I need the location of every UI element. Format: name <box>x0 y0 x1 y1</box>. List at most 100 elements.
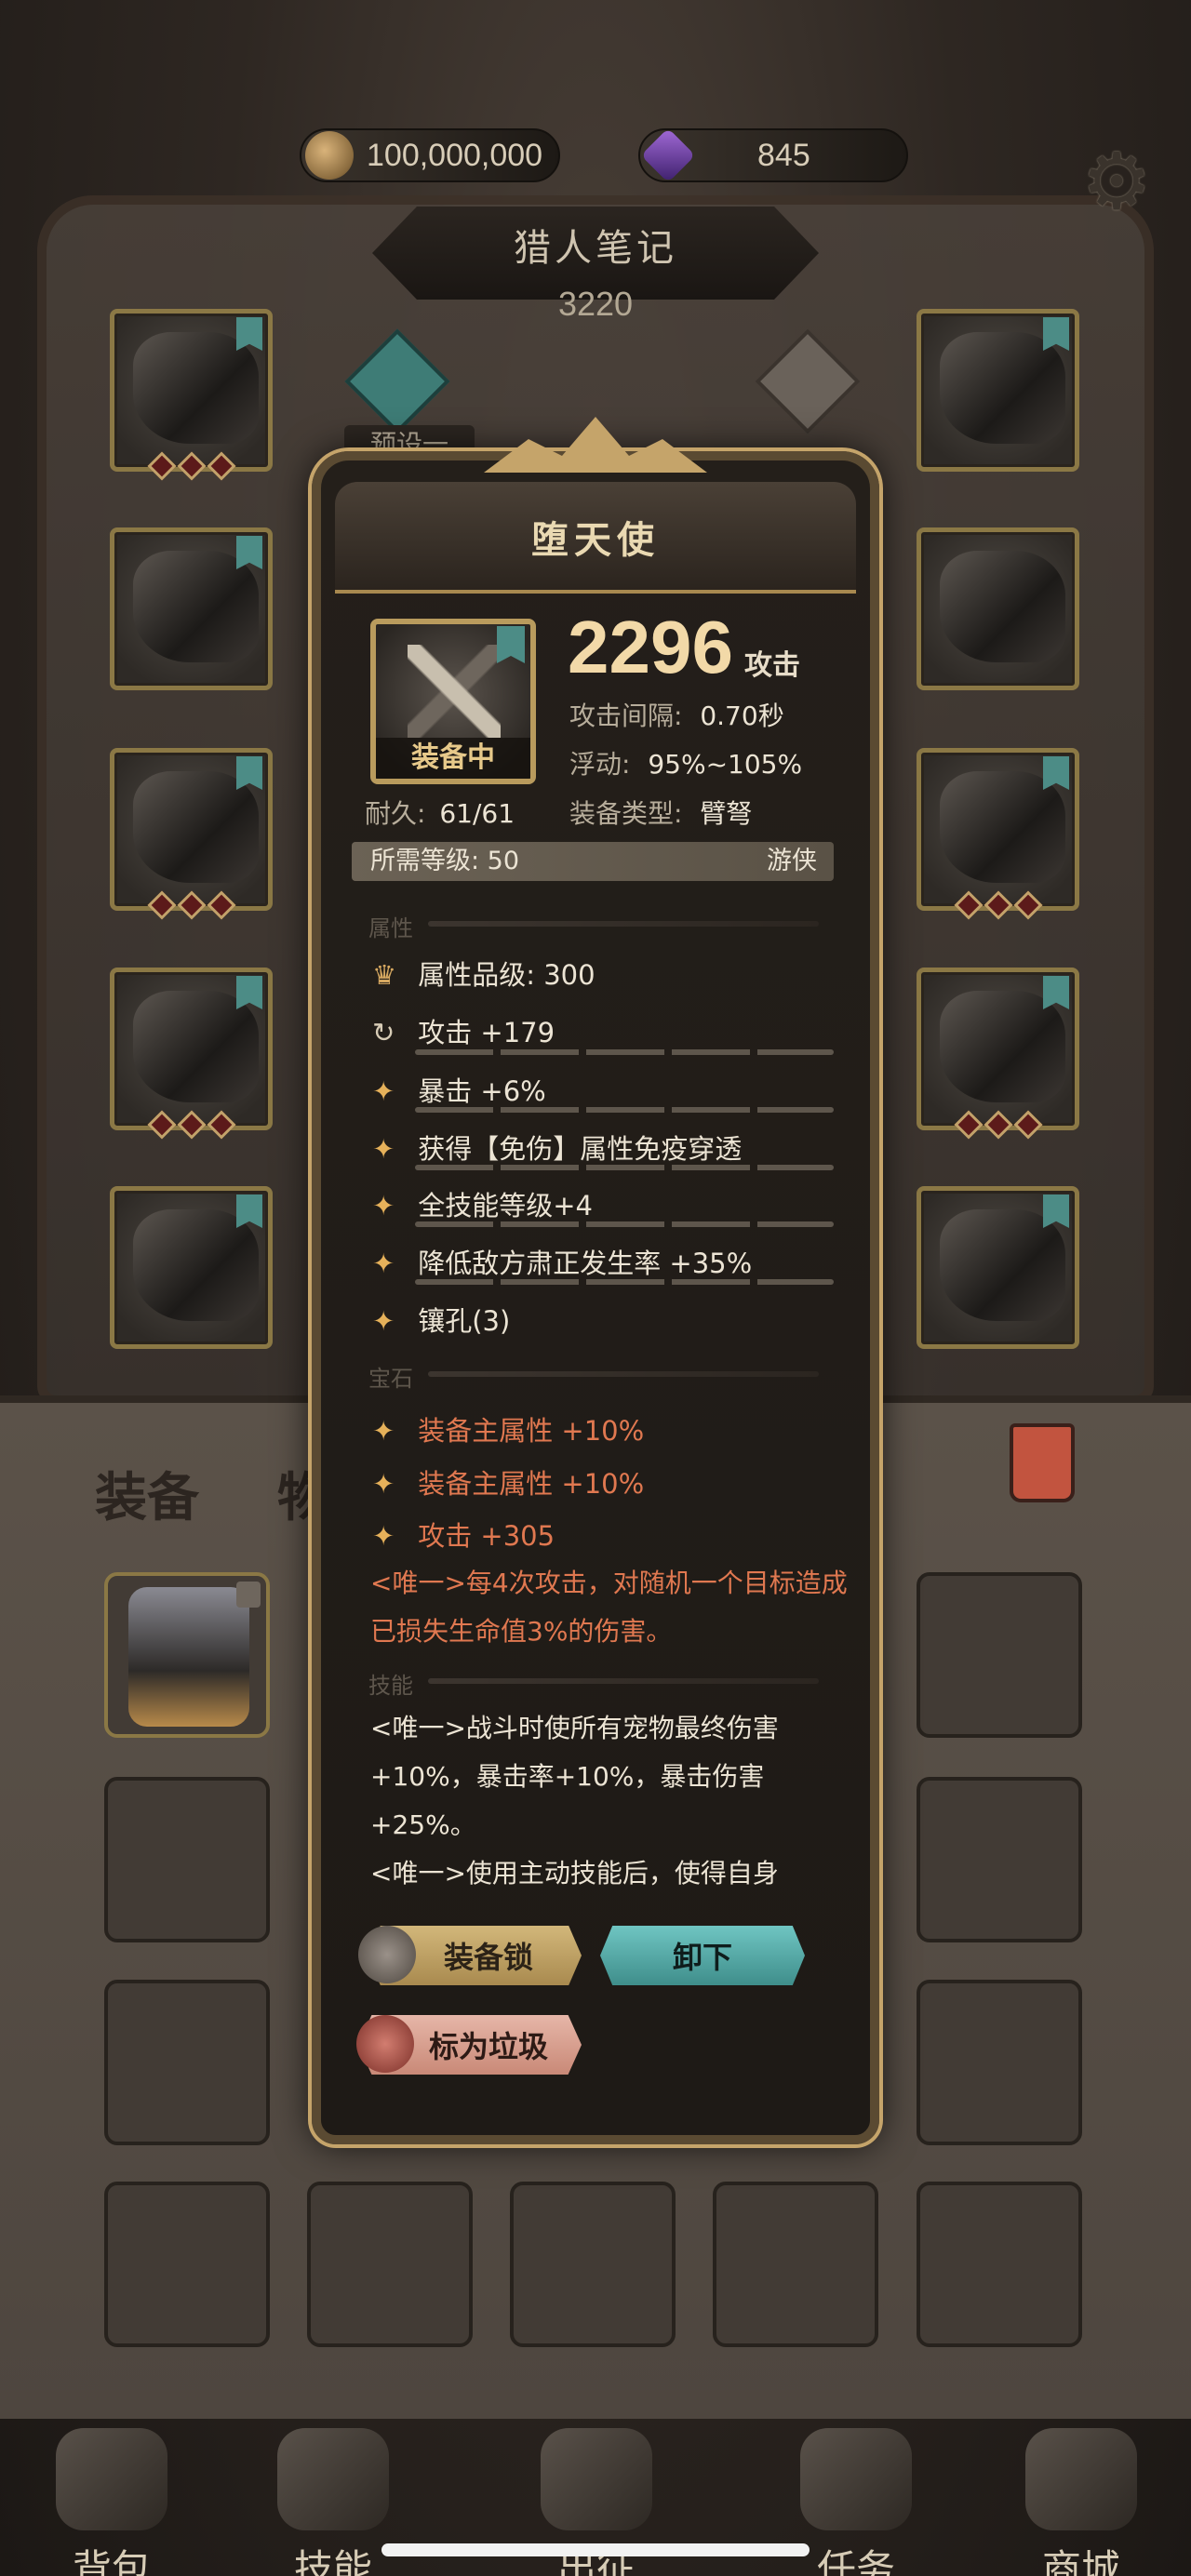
star-icon: ✦ <box>372 1133 395 1165</box>
bag-cell[interactable] <box>104 1980 270 2145</box>
attribute-line: ✦ 获得【免伤】属性免疫穿透 <box>372 1128 742 1167</box>
trash-can-icon[interactable] <box>1010 1423 1075 1502</box>
socket-gem-icon <box>206 890 236 920</box>
bookmark-flag-icon <box>497 626 525 663</box>
unequip-button[interactable]: 卸下 <box>600 1926 805 1985</box>
attack-value: 2296 <box>568 606 733 688</box>
equipped-badge: 装备中 <box>376 738 530 779</box>
bookmark-flag-icon <box>1043 1195 1069 1228</box>
equip-slot-shoulders[interactable] <box>110 527 273 690</box>
gold-counter: 100,000,000 <box>300 128 560 182</box>
gold-amount: 100,000,000 <box>367 137 543 173</box>
bag-cell[interactable] <box>917 1777 1082 1942</box>
equipment-type: 装备类型: 臂弩 <box>569 794 752 831</box>
quality-text: 属性品级: 300 <box>418 959 596 991</box>
attribute-text: 攻击 +179 <box>418 1017 555 1048</box>
gold-coin-icon <box>305 131 354 180</box>
gem-attribute-text: 装备主属性 +10% <box>418 1415 645 1447</box>
type-value: 臂弩 <box>700 798 753 829</box>
lock-icon <box>236 1582 261 1608</box>
crossbow-icon <box>408 645 501 738</box>
bookmark-flag-icon <box>236 756 262 790</box>
bookmark-flag-icon <box>236 1195 262 1228</box>
attribute-line: ✦ 暴击 +6% <box>372 1070 546 1109</box>
socket-gem-icon <box>176 1110 207 1140</box>
star-icon: ✦ <box>372 1248 395 1279</box>
bookmark-flag-icon <box>1043 976 1069 1009</box>
attribute-roll-bar <box>415 1279 834 1285</box>
settings-gear-icon[interactable]: ⚙ <box>1070 135 1163 228</box>
socket-gem-icon <box>1012 890 1043 920</box>
nav-shop[interactable]: 商城 <box>1011 2428 1151 2576</box>
bag-cell[interactable] <box>104 1777 270 1942</box>
bookmark-flag-icon <box>1043 317 1069 351</box>
class-requirement: 游侠 <box>767 847 817 875</box>
attribute-text: 镶孔(3) <box>418 1305 511 1337</box>
refresh-icon: ↻ <box>372 1017 395 1048</box>
equip-slot-pants[interactable] <box>110 968 273 1140</box>
durability-label: 耐久: <box>365 798 426 829</box>
purple-gem-icon <box>640 127 696 183</box>
attribute-text: 降低敌方肃正发生率 +35% <box>418 1248 753 1279</box>
star-icon: ✦ <box>372 1075 395 1107</box>
equip-slot-ring[interactable] <box>917 748 1079 920</box>
bookmark-flag-icon <box>236 976 262 1009</box>
durability-value: 61/61 <box>439 798 515 829</box>
star-icon: ✦ <box>372 1190 395 1221</box>
bag-cell[interactable] <box>510 2182 676 2347</box>
section-gems-label: 宝石 <box>368 1366 413 1392</box>
socket-gem-icon <box>983 890 1013 920</box>
quality-emblem-icon: ♛ <box>372 959 396 991</box>
unequip-button-label: 卸下 <box>672 1940 732 1975</box>
gem-attribute-line: ✦ 装备主属性 +10% <box>372 1409 644 1448</box>
section-attributes-label: 属性 <box>368 915 413 941</box>
star-icon: ✦ <box>372 1415 395 1447</box>
tab-equipment[interactable]: 装备 <box>95 1456 199 1531</box>
trash-bag-icon <box>356 2015 414 2073</box>
equip-slot-necklace[interactable] <box>917 309 1079 472</box>
bag-cell[interactable] <box>917 1572 1082 1738</box>
equip-slot-boots[interactable] <box>110 1186 273 1349</box>
nav-label: 商城 <box>1041 2546 1120 2576</box>
attribute-text: 全技能等级+4 <box>418 1190 593 1221</box>
bag-cell[interactable] <box>917 2182 1082 2347</box>
junk-button-label: 标为垃圾 <box>428 2029 548 2064</box>
socket-gem-icon <box>176 890 207 920</box>
gem-attribute-line: ✦ 攻击 +305 <box>372 1515 555 1554</box>
socket-gem-icon <box>206 451 236 481</box>
item-icon: 装备中 <box>370 619 536 784</box>
nav-label: 任务 <box>816 2546 895 2576</box>
bag-cell-boots[interactable] <box>104 1572 270 1738</box>
unique-gem-description: <唯一>每4次攻击，对随机一个目标造成已损失生命值3%的伤害。 <box>370 1568 848 1647</box>
nav-backpack[interactable]: 背包 <box>42 2428 181 2576</box>
equip-slot-gloves[interactable] <box>110 748 273 920</box>
interval-value: 0.70秒 <box>700 701 784 731</box>
section-divider <box>428 1678 819 1684</box>
section-divider <box>428 1371 819 1377</box>
equip-slot-offhand[interactable] <box>917 1186 1079 1349</box>
padlock-icon <box>358 1926 416 1983</box>
float-label: 浮动: <box>569 749 631 780</box>
attribute-roll-bar <box>415 1165 834 1170</box>
sword-banner-icon <box>541 2428 652 2530</box>
interval-label: 攻击间隔: <box>569 701 683 731</box>
socket-gem-icon <box>953 890 984 920</box>
equip-slot-bracer[interactable] <box>917 527 1079 690</box>
socket-gem-icon <box>176 451 207 481</box>
section-divider <box>428 921 819 927</box>
attribute-roll-bar <box>415 1221 834 1227</box>
item-name: 堕天使 <box>531 519 660 562</box>
home-indicator[interactable] <box>381 2543 810 2556</box>
hunter-score: 3220 <box>557 285 634 323</box>
bookmark-flag-icon <box>1043 756 1069 790</box>
star-icon: ✦ <box>372 1305 395 1337</box>
bag-cell[interactable] <box>917 1980 1082 2145</box>
bag-cell[interactable] <box>307 2182 473 2347</box>
socket-gem-icon <box>1012 1110 1043 1140</box>
bag-cell[interactable] <box>104 2182 270 2347</box>
equip-slot-weapon[interactable] <box>917 968 1079 1140</box>
float-range: 浮动: 95%~105% <box>569 744 802 781</box>
boots-icon <box>128 1587 249 1727</box>
equip-slot-helmet[interactable] <box>110 309 273 481</box>
bag-cell[interactable] <box>713 2182 878 2347</box>
